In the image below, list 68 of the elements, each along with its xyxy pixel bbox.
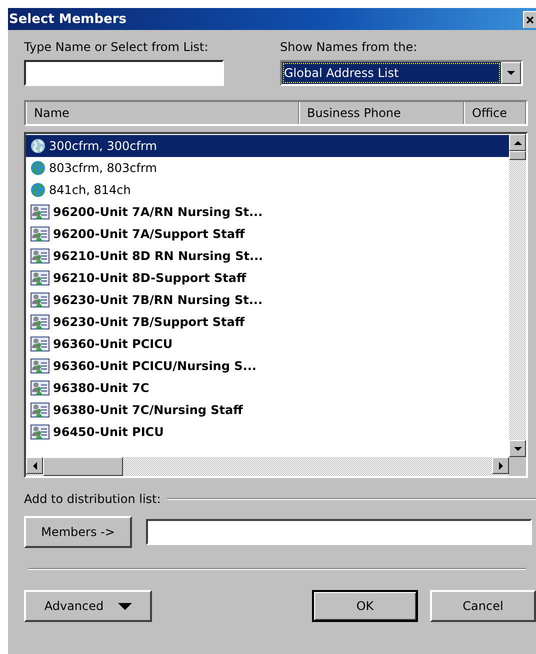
horizontal-scrollbar[interactable] xyxy=(26,457,509,476)
member-name: 96360-Unit PCICU/Nursing S... xyxy=(53,359,256,373)
name-input-field[interactable] xyxy=(24,60,224,86)
advanced-button[interactable]: Advanced xyxy=(24,590,152,622)
contact-list-icon xyxy=(30,248,50,264)
list-item[interactable]: 96200-Unit 7A/Support Staff xyxy=(26,223,509,245)
contact-list-icon xyxy=(30,292,50,308)
member-name: 96230-Unit 7B/Support Staff xyxy=(53,315,245,329)
globe-icon xyxy=(30,160,46,176)
scroll-left-icon xyxy=(32,462,36,470)
member-name: 96380-Unit 7C xyxy=(53,381,150,395)
member-name: 96210-Unit 8D-Support Staff xyxy=(53,271,246,285)
member-name: 300cfrm, 300cfrm xyxy=(49,139,157,153)
window-title: Select Members xyxy=(8,12,126,26)
contact-list-icon xyxy=(30,336,50,352)
distribution-list-label: Add to distribution list: xyxy=(24,492,161,506)
member-name: 96200-Unit 7A/RN Nursing St... xyxy=(53,205,263,219)
scrollbar-corner xyxy=(509,457,526,476)
list-item[interactable]: 803cfrm, 803cfrm xyxy=(26,157,509,179)
list-item[interactable]: 96210-Unit 8D-Support Staff xyxy=(26,267,509,289)
column-header[interactable]: Business Phone xyxy=(299,102,464,124)
scroll-down-icon xyxy=(514,446,522,450)
list-item[interactable]: 96360-Unit PCICU/Nursing S... xyxy=(26,355,509,377)
dropdown-arrow-icon xyxy=(507,71,515,75)
globe-icon xyxy=(30,138,46,154)
contact-list-icon xyxy=(30,204,50,220)
member-name: 96210-Unit 8D RN Nursing St... xyxy=(53,249,264,263)
contact-list-icon xyxy=(30,402,50,418)
member-name: 96450-Unit PICU xyxy=(53,425,164,439)
ok-button[interactable]: OK xyxy=(312,590,418,622)
scroll-right-icon xyxy=(498,462,502,470)
vertical-scrollbar[interactable] xyxy=(509,134,526,457)
contact-list-icon xyxy=(30,270,50,286)
contact-list-icon xyxy=(30,358,50,374)
contact-list-icon xyxy=(30,226,50,242)
member-name: 96230-Unit 7B/RN Nursing St... xyxy=(53,293,263,307)
column-header[interactable]: Name xyxy=(26,102,299,124)
list-item[interactable]: 96450-Unit PICU xyxy=(26,421,509,443)
member-name: 96360-Unit PCICU xyxy=(53,337,173,351)
list-item[interactable]: 96230-Unit 7B/Support Staff xyxy=(26,311,509,333)
column-header[interactable]: Office xyxy=(464,102,526,124)
type-name-label: Type Name or Select from List: xyxy=(24,40,210,54)
members-input-field[interactable] xyxy=(146,519,532,545)
member-name: 96380-Unit 7C/Nursing Staff xyxy=(53,403,243,417)
member-name: 803cfrm, 803cfrm xyxy=(49,161,157,175)
contact-list-icon xyxy=(30,314,50,330)
address-book-label: Show Names from the: xyxy=(280,40,418,54)
cancel-button[interactable]: Cancel xyxy=(430,590,536,622)
list-item[interactable]: 300cfrm, 300cfrm xyxy=(26,135,509,157)
list-item[interactable]: 96210-Unit 8D RN Nursing St... xyxy=(26,245,509,267)
member-name: 841ch, 814ch xyxy=(49,183,131,197)
list-item[interactable]: 96200-Unit 7A/RN Nursing St... xyxy=(26,201,509,223)
scroll-thumb[interactable] xyxy=(43,457,123,476)
scroll-up-icon xyxy=(514,140,522,144)
members-button[interactable]: Members -> xyxy=(24,516,132,548)
contact-list-icon xyxy=(30,380,50,396)
member-name: 96200-Unit 7A/Support Staff xyxy=(53,227,245,241)
list-item[interactable]: 96230-Unit 7B/RN Nursing St... xyxy=(26,289,509,311)
scroll-thumb[interactable] xyxy=(509,151,526,160)
list-item[interactable]: 96360-Unit PCICU xyxy=(26,333,509,355)
address-book-dropdown[interactable]: Global Address List xyxy=(280,60,523,86)
list-item[interactable]: 96380-Unit 7C xyxy=(26,377,509,399)
list-item[interactable]: 96380-Unit 7C/Nursing Staff xyxy=(26,399,509,421)
contact-list-icon xyxy=(30,424,50,440)
dropdown-arrow-icon xyxy=(118,602,132,610)
globe-icon xyxy=(30,182,46,198)
list-item[interactable]: 841ch, 814ch xyxy=(26,179,509,201)
close-icon[interactable] xyxy=(523,10,536,28)
